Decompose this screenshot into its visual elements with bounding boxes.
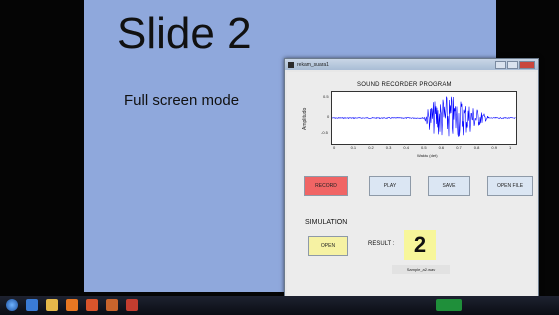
save-button[interactable]: SAVE <box>428 176 470 196</box>
record-button[interactable]: RECORD <box>304 176 348 196</box>
powerpoint-icon[interactable] <box>126 299 138 311</box>
x-tick-label: 0.2 <box>368 145 374 150</box>
y-tick-label: 0 <box>327 114 330 119</box>
plot-x-label: Waktu (det) <box>417 153 438 158</box>
media-icon[interactable] <box>66 299 78 311</box>
waveform-svg <box>332 96 516 137</box>
x-tick-label: 0.6 <box>438 145 445 150</box>
waveform-line <box>332 96 516 137</box>
simulation-open-button[interactable]: OPEN <box>308 236 348 256</box>
matlab-figure-icon <box>288 61 294 68</box>
window-titlebar[interactable]: rekam_suara1 <box>285 59 538 70</box>
sound-recorder-window: rekam_suara1 SOUND RECORDER PROGRAM Ampl… <box>284 58 539 300</box>
window-client-area: SOUND RECORDER PROGRAM Amplitudo 0.5 0 -… <box>287 72 536 297</box>
x-tick-label: 0.9 <box>491 145 497 150</box>
x-tick-label: 0.5 <box>421 145 427 150</box>
window-title: rekam_suara1 <box>297 61 329 68</box>
slide-title: Slide 2 <box>117 9 252 58</box>
y-tick-label: -0.5 <box>321 130 328 135</box>
simulation-label: SIMULATION <box>305 219 348 226</box>
x-tick-label: 0.4 <box>403 145 409 150</box>
waveform-plot[interactable] <box>331 91 517 145</box>
file-name-label: Sample_a2.wav <box>392 265 450 274</box>
minimize-button[interactable] <box>495 60 506 69</box>
maximize-button[interactable] <box>507 60 518 69</box>
x-tick-label: 1 <box>509 145 512 150</box>
explorer-icon[interactable] <box>46 299 58 311</box>
window-controls <box>495 60 535 69</box>
x-tick-label: 0 <box>333 145 336 150</box>
x-tick-label: 0.1 <box>350 145 357 150</box>
program-title: SOUND RECORDER PROGRAM <box>357 82 452 88</box>
firefox-icon[interactable] <box>86 299 98 311</box>
desktop-screen: Slide 2 Full screen mode rekam_suara1 SO… <box>0 0 559 315</box>
result-label: RESULT : <box>368 241 395 247</box>
close-button[interactable] <box>519 60 535 69</box>
y-tick-label: 0.5 <box>323 94 329 99</box>
slide-subtitle: Full screen mode <box>124 92 240 109</box>
x-tick-label: 0.8 <box>473 145 480 150</box>
open-file-button[interactable]: OPEN FILE <box>487 176 533 196</box>
ie-icon[interactable] <box>26 299 38 311</box>
matlab-icon[interactable] <box>106 299 118 311</box>
plot-y-label: Amplitudo <box>302 107 308 130</box>
x-tick-label: 0.3 <box>385 145 392 150</box>
x-tick-label: 0.7 <box>456 145 462 150</box>
taskbar <box>0 296 559 315</box>
play-button[interactable]: PLAY <box>369 176 411 196</box>
language-indicator-icon[interactable] <box>436 299 462 311</box>
start-icon[interactable] <box>6 299 18 311</box>
result-value: 2 <box>404 230 436 260</box>
